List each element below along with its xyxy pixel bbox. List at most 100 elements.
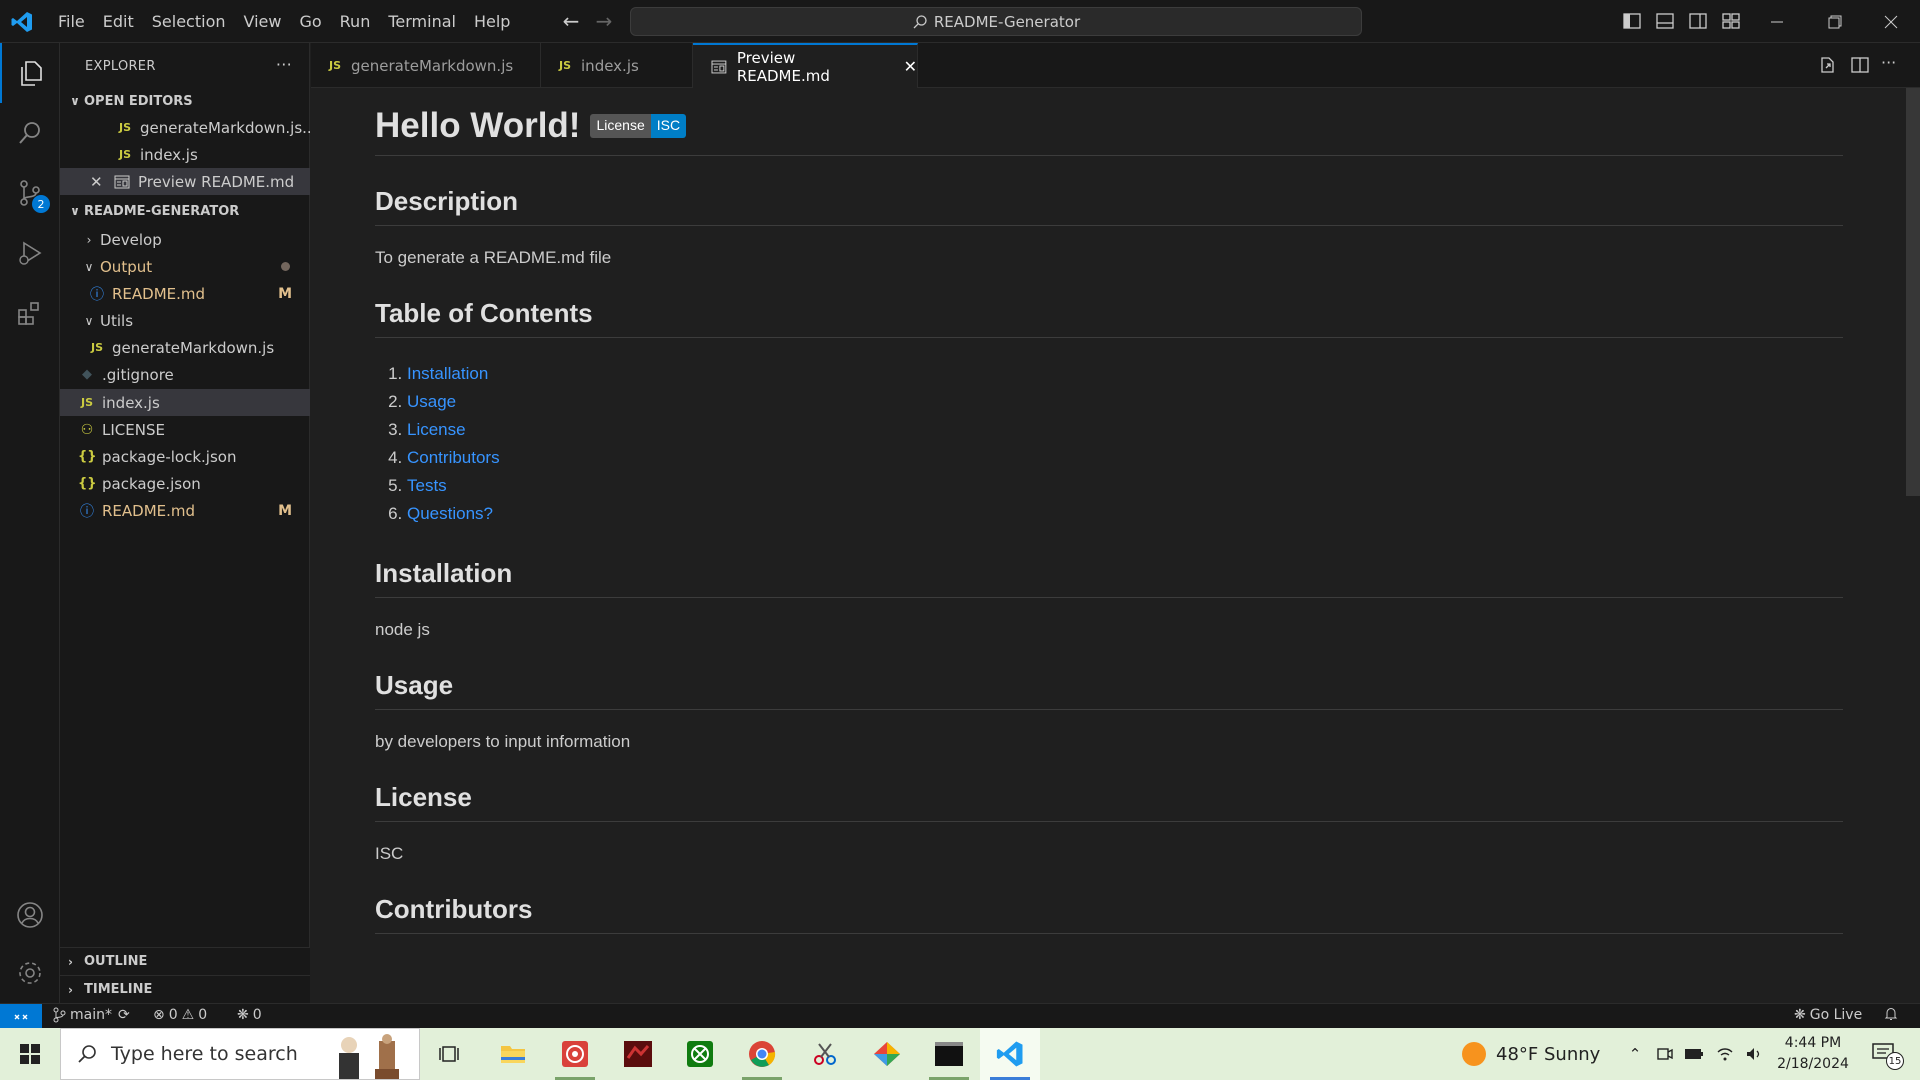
system-clock[interactable]: 4:44 PM 2/18/2024 (1768, 1033, 1858, 1075)
go-live-button[interactable]: ❋ Go Live (1794, 1007, 1862, 1023)
windows-logo-icon (20, 1044, 40, 1064)
editor-scrollbar[interactable] (1906, 88, 1920, 1003)
scissors-icon (814, 1043, 836, 1065)
info-icon: ⓘ (90, 286, 104, 303)
menu-terminal[interactable]: Terminal (380, 8, 464, 35)
menu-help[interactable]: Help (466, 8, 518, 35)
menu-selection[interactable]: Selection (144, 8, 234, 35)
weather-widget[interactable]: 48°F Sunny (1462, 1028, 1600, 1080)
menu-view[interactable]: View (236, 8, 290, 35)
tree-file-readme[interactable]: ⓘ README.md M (60, 497, 310, 524)
open-editors-section[interactable]: ∨ OPEN EDITORS (60, 89, 310, 113)
extensions-activity[interactable] (0, 283, 60, 343)
vscode-logo-icon (11, 12, 32, 32)
description-text: To generate a README.md file (375, 248, 612, 267)
timeline-section[interactable]: › TIMELINE (60, 975, 310, 1003)
menu-file[interactable]: File (50, 8, 93, 35)
explorer-activity[interactable] (0, 43, 60, 103)
sync-button[interactable]: ⟳ (118, 1007, 130, 1023)
manage-activity[interactable] (0, 943, 60, 1003)
run-debug-activity[interactable] (0, 223, 60, 283)
tree-folder-output[interactable]: ∨ Output (60, 253, 310, 280)
toc-link-questions[interactable]: Questions? (407, 504, 493, 523)
vscode-app[interactable] (980, 1028, 1040, 1080)
tree-file-package-lock[interactable]: {} package-lock.json (60, 443, 310, 470)
tab-generatemarkdown[interactable]: JS generateMarkdown.js (311, 43, 541, 88)
xbox-icon (687, 1041, 713, 1067)
toc-link-license[interactable]: License (407, 420, 466, 439)
outline-section[interactable]: › OUTLINE (60, 947, 310, 975)
search-icon (78, 1045, 96, 1063)
toggle-panel-icon[interactable] (1655, 11, 1675, 31)
minimize-button[interactable] (1748, 0, 1806, 43)
menu-edit[interactable]: Edit (95, 8, 142, 35)
tree-item-label: package-lock.json (102, 447, 237, 466)
more-actions-icon[interactable]: ··· (1881, 53, 1901, 73)
volume-icon[interactable] (1743, 1043, 1765, 1065)
source-control-activity[interactable]: 2 (0, 163, 60, 223)
taskbar-search[interactable]: Type here to search (60, 1028, 420, 1080)
command-center-search[interactable]: README-Generator (630, 7, 1362, 36)
tree-file-generatemarkdown[interactable]: JS generateMarkdown.js (60, 334, 310, 361)
toc-link-usage[interactable]: Usage (407, 392, 456, 411)
remote-indicator[interactable] (0, 1004, 42, 1029)
chevron-down-icon: ∨ (84, 259, 94, 274)
show-hidden-icons-chevron-up-icon[interactable]: ⌃ (1624, 1043, 1646, 1065)
tree-folder-utils[interactable]: ∨ Utils (60, 307, 310, 334)
open-source-icon[interactable] (1817, 55, 1837, 75)
tree-folder-develop[interactable]: › Develop (60, 226, 310, 253)
chevron-down-icon: ∨ (70, 204, 80, 218)
menu-run[interactable]: Run (332, 8, 379, 35)
close-window-button[interactable] (1862, 0, 1920, 43)
close-tab-icon[interactable]: ✕ (904, 57, 917, 76)
red-app[interactable] (545, 1028, 605, 1080)
tree-file-output-readme[interactable]: ⓘ README.md M (60, 280, 310, 307)
toc-link-tests[interactable]: Tests (407, 476, 447, 495)
open-editor-item[interactable]: JS generateMarkdown.js... (60, 114, 310, 141)
toggle-primary-sidebar-icon[interactable] (1622, 11, 1642, 31)
file-explorer-app[interactable] (483, 1028, 543, 1080)
meet-now-icon[interactable] (1654, 1043, 1676, 1065)
tree-item-label: README.md (102, 501, 196, 520)
xbox-app[interactable] (670, 1028, 730, 1080)
tree-file-gitignore[interactable]: ◆ .gitignore (60, 361, 310, 388)
search-activity[interactable] (0, 103, 60, 163)
more-actions-icon[interactable]: ··· (276, 55, 292, 74)
colorful-app[interactable] (857, 1028, 917, 1080)
close-icon[interactable]: ✕ (90, 173, 110, 191)
start-button[interactable] (0, 1028, 60, 1080)
project-section[interactable]: ∨ README-GENERATOR (60, 199, 310, 223)
problems-indicator[interactable]: ⊗ 0 ⚠ 0 (153, 1007, 207, 1023)
forward-arrow-icon[interactable]: → (593, 10, 615, 32)
notifications-button[interactable] (1884, 1007, 1898, 1021)
action-center-button[interactable]: 15 (1870, 1040, 1904, 1070)
dark-red-app[interactable] (608, 1028, 668, 1080)
task-view-button[interactable] (420, 1028, 480, 1080)
explorer-header: EXPLORER ··· (60, 43, 310, 89)
toggle-secondary-sidebar-icon[interactable] (1688, 11, 1708, 31)
tree-file-license[interactable]: ⚇ LICENSE (60, 416, 310, 443)
split-editor-icon[interactable] (1850, 55, 1870, 75)
open-editor-item[interactable]: ✕ Preview README.md (60, 168, 310, 195)
chrome-app[interactable] (732, 1028, 792, 1080)
wifi-icon[interactable] (1714, 1043, 1736, 1065)
open-editor-item[interactable]: JS index.js (60, 141, 310, 168)
tree-file-package[interactable]: {} package.json (60, 470, 310, 497)
battery-icon[interactable] (1683, 1043, 1705, 1065)
tab-index[interactable]: JS index.js (541, 43, 693, 88)
tab-label: index.js (581, 56, 639, 75)
toc-link-contributors[interactable]: Contributors (407, 448, 500, 467)
scrollbar-thumb[interactable] (1906, 88, 1920, 496)
restore-button[interactable] (1806, 0, 1864, 43)
branch-indicator[interactable]: main* (52, 1007, 112, 1023)
menu-go[interactable]: Go (291, 8, 329, 35)
accounts-activity[interactable] (0, 885, 60, 945)
toc-link-installation[interactable]: Installation (407, 364, 488, 383)
ports-indicator[interactable]: ❋ 0 (237, 1007, 262, 1023)
back-arrow-icon[interactable]: ← (560, 10, 582, 32)
tab-preview-readme[interactable]: Preview README.md ✕ (693, 43, 918, 88)
snipping-tool-app[interactable] (795, 1028, 855, 1080)
tree-file-index[interactable]: JS index.js (60, 389, 310, 416)
customize-layout-icon[interactable] (1721, 11, 1741, 31)
terminal-app[interactable] (919, 1028, 979, 1080)
